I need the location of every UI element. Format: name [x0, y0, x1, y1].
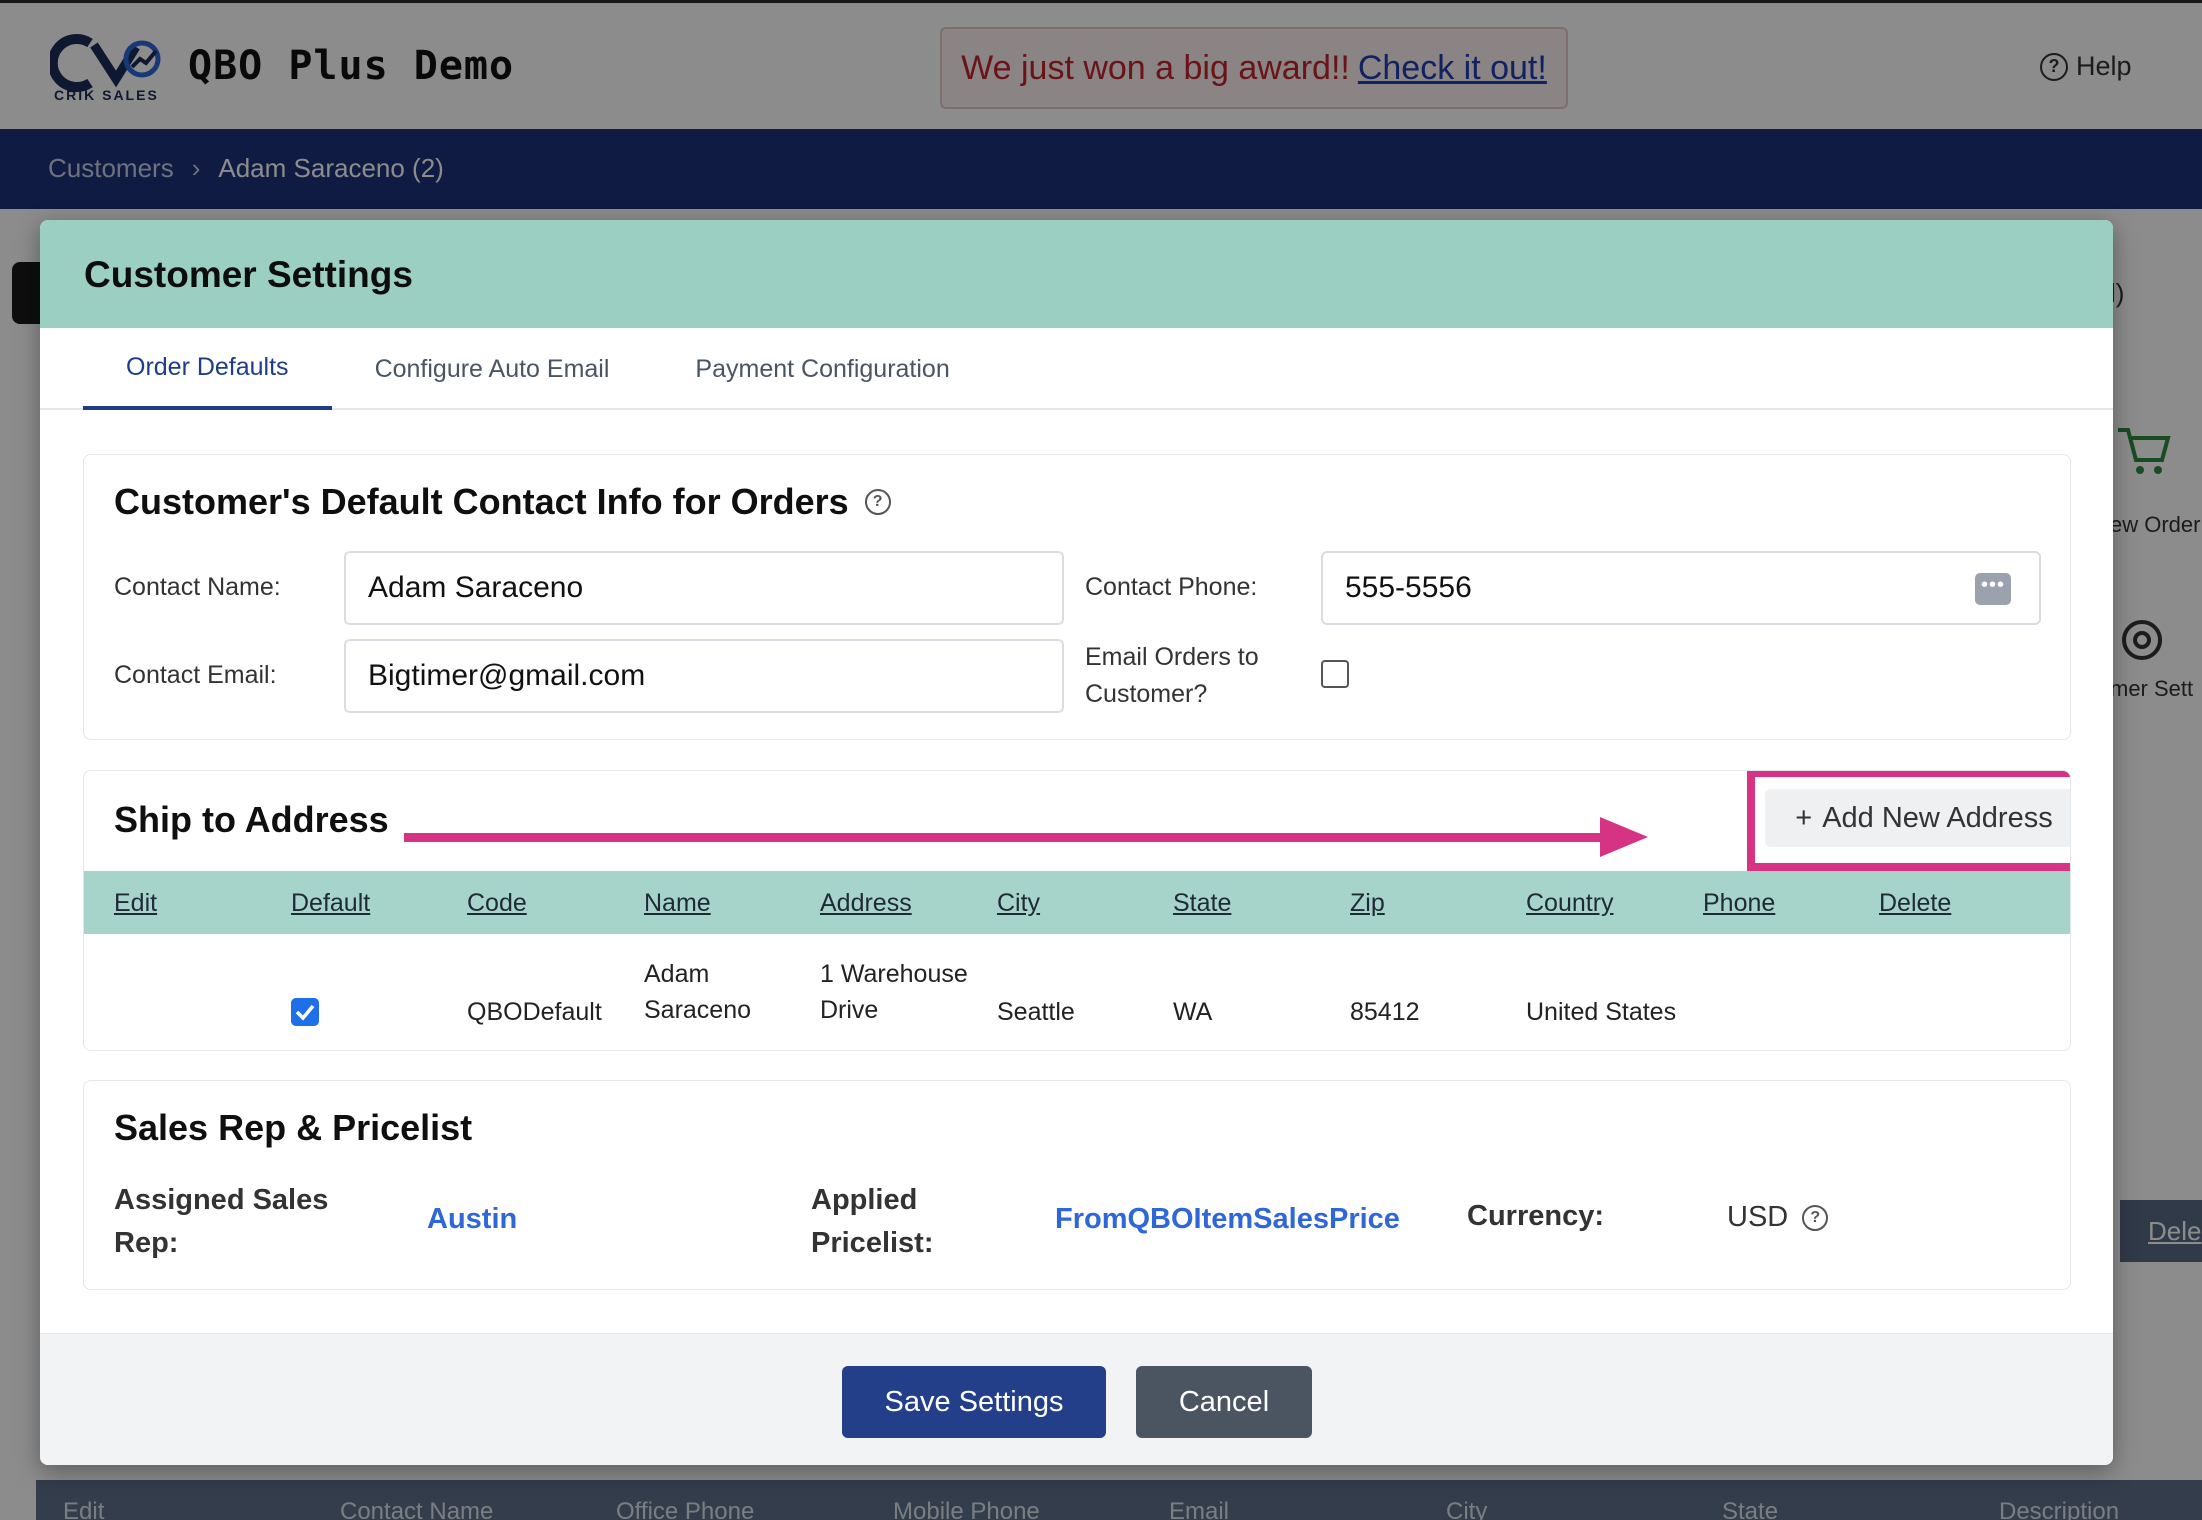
ship-to-address-title: Ship to Address	[114, 799, 389, 840]
question-circle-icon[interactable]: ?	[864, 489, 891, 515]
assigned-sales-rep-label-line1: Assigned Sales	[114, 1184, 329, 1216]
contact-email-input[interactable]	[344, 639, 1064, 713]
arrow-right-icon	[404, 817, 1648, 857]
cell-address: 1 Warehouse Drive	[820, 956, 968, 1028]
cell-state: WA	[1173, 998, 1213, 1026]
email-orders-checkbox[interactable]	[1321, 660, 1349, 688]
modal-tabs: Order Defaults Configure Auto Email Paym…	[40, 328, 2113, 410]
cell-city: Seattle	[997, 998, 1075, 1026]
col-delete[interactable]: Delete	[1879, 889, 1951, 918]
col-address[interactable]: Address	[820, 889, 912, 918]
sales-rep-card: Sales Rep & Pricelist Assigned Sales Rep…	[83, 1080, 2071, 1290]
currency-value: USD ?	[1727, 1201, 1829, 1234]
col-default[interactable]: Default	[291, 889, 370, 918]
col-name[interactable]: Name	[644, 889, 711, 918]
address-table-header: Edit Default Code Name Address City Stat…	[84, 871, 2070, 934]
tab-configure-auto-email[interactable]: Configure Auto Email	[332, 328, 653, 410]
sales-rep-link[interactable]: Austin	[427, 1203, 517, 1236]
currency-label: Currency:	[1467, 1200, 1604, 1232]
email-orders-label-line2: Customer?	[1085, 680, 1208, 708]
col-phone[interactable]: Phone	[1703, 889, 1775, 918]
cell-name-line2: Saraceno	[644, 996, 752, 1024]
contact-phone-value: 555-5556	[1345, 571, 1472, 604]
ellipsis-icon[interactable]: •••	[1975, 573, 2011, 605]
cell-country: United States	[1526, 998, 1677, 1026]
contact-phone-label: Contact Phone:	[1085, 573, 1258, 601]
col-country[interactable]: Country	[1526, 889, 1614, 918]
col-state[interactable]: State	[1173, 889, 1231, 918]
cell-name: Adam Saraceno	[644, 956, 751, 1028]
contact-name-label: Contact Name:	[114, 573, 281, 601]
col-zip[interactable]: Zip	[1350, 889, 1385, 918]
applied-pricelist-label-line2: Pricelist:	[811, 1227, 934, 1259]
add-new-address-button[interactable]: + Add New Address	[1765, 789, 2070, 847]
contact-email-label: Contact Email:	[114, 661, 277, 689]
question-circle-icon[interactable]: ?	[1802, 1204, 1829, 1231]
add-new-address-label: Add New Address	[1822, 801, 2053, 834]
cell-name-line1: Adam	[644, 960, 710, 988]
plus-icon: +	[1795, 801, 1813, 834]
email-orders-label-line1: Email Orders to	[1085, 643, 1259, 671]
cell-address-line2: Drive	[820, 996, 879, 1024]
modal-title: Customer Settings	[84, 254, 413, 295]
customer-settings-modal: Customer Settings Order Defaults Configu…	[40, 220, 2113, 1465]
contact-info-title: Customer's Default Contact Info for Orde…	[114, 481, 891, 523]
default-checkbox[interactable]	[291, 998, 319, 1026]
modal-footer: Save Settings Cancel	[40, 1333, 2113, 1465]
col-city[interactable]: City	[997, 889, 1040, 918]
contact-info-title-text: Customer's Default Contact Info for Orde…	[114, 481, 849, 522]
applied-pricelist-label: Applied Pricelist:	[811, 1179, 934, 1265]
currency-text: USD	[1727, 1201, 1789, 1233]
contact-name-input[interactable]	[344, 551, 1064, 625]
assigned-sales-rep-label-line2: Rep:	[114, 1227, 179, 1259]
tab-order-defaults[interactable]: Order Defaults	[83, 328, 332, 410]
email-orders-label: Email Orders to Customer?	[1085, 639, 1259, 713]
tab-payment-configuration[interactable]: Payment Configuration	[652, 328, 992, 410]
applied-pricelist-label-line1: Applied	[811, 1184, 918, 1216]
cell-address-line1: 1 Warehouse	[820, 960, 968, 988]
col-edit[interactable]: Edit	[114, 889, 157, 918]
modal-header: Customer Settings	[40, 220, 2113, 328]
cell-zip: 85412	[1350, 998, 1420, 1026]
cell-code: QBODefault	[467, 998, 602, 1026]
ship-to-address-card: Ship to Address + Add New Address Edit D…	[83, 770, 2071, 1051]
pricelist-link[interactable]: FromQBOItemSalesPrice	[1055, 1203, 1400, 1236]
save-settings-button[interactable]: Save Settings	[842, 1366, 1106, 1438]
assigned-sales-rep-label: Assigned Sales Rep:	[114, 1179, 328, 1265]
contact-phone-input[interactable]: 555-5556 •••	[1321, 551, 2041, 625]
contact-info-card: Customer's Default Contact Info for Orde…	[83, 454, 2071, 740]
sales-rep-title: Sales Rep & Pricelist	[114, 1107, 473, 1148]
col-code[interactable]: Code	[467, 889, 527, 918]
cancel-button[interactable]: Cancel	[1136, 1366, 1312, 1438]
